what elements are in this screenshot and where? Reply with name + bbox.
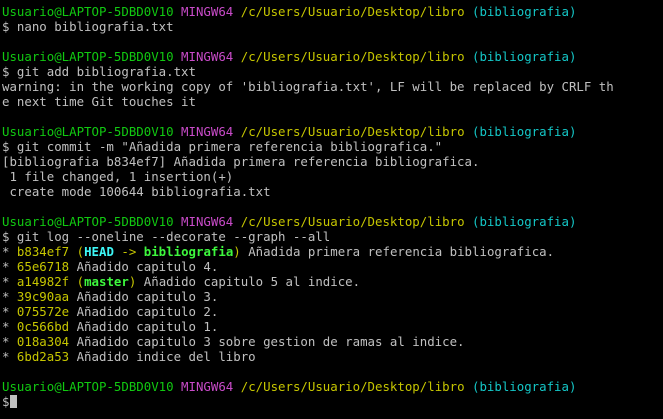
graph-marker: * [2, 259, 17, 274]
head-ref: HEAD [84, 244, 114, 259]
output-line: [bibliografia b834ef7] Añadida primera r… [2, 154, 480, 169]
commit-message: Añadido capitulo 4. [69, 259, 219, 274]
prompt-user-host: Usuario@LAPTOP-5DBD0V10 [2, 4, 174, 19]
prompt-line: Usuario@LAPTOP-5DBD0V10 MINGW64 /c/Users… [2, 124, 663, 139]
prompt-user-host: Usuario@LAPTOP-5DBD0V10 [2, 379, 174, 394]
prompt-system: MINGW64 [181, 379, 234, 394]
commit-message: Añadido capitulo 2. [69, 304, 219, 319]
ref-paren: ) [233, 244, 241, 259]
log-entry: * 39c90aa Añadido capitulo 3. [2, 289, 663, 304]
graph-marker: * [2, 289, 17, 304]
prompt-path: /c/Users/Usuario/Desktop/libro [240, 124, 465, 139]
commit-message: Añadido capitulo 3. [69, 289, 219, 304]
commit-hash: 6bd2a53 [16, 349, 70, 364]
command-line: $ git commit -m "Añadida primera referen… [2, 139, 443, 154]
commit-hash: 65e6718 [16, 259, 70, 274]
prompt-user-host: Usuario@LAPTOP-5DBD0V10 [2, 49, 174, 64]
command-line: $ git add bibliografia.txt [2, 64, 196, 79]
commit-hash: 075572e [16, 304, 70, 319]
prompt-branch: (bibliografia) [472, 379, 577, 394]
output-line: warning: in the working copy of 'bibliog… [2, 79, 614, 94]
commit-message: Añadido indice del libro [69, 349, 256, 364]
prompt-path: /c/Users/Usuario/Desktop/libro [240, 379, 465, 394]
commit-hash: a14982f [16, 274, 70, 289]
commit-message: Añadida primera referencia bibliografica… [240, 244, 555, 259]
output-line: 1 file changed, 1 insertion(+) [2, 169, 234, 184]
commit-message: Añadido capitulo 3 sobre gestion de rama… [69, 334, 465, 349]
prompt-system: MINGW64 [181, 124, 234, 139]
terminal-window[interactable]: Usuario@LAPTOP-5DBD0V10 MINGW64 /c/Users… [0, 0, 663, 419]
graph-marker: * [2, 319, 17, 334]
output-line: create mode 100644 bibliografia.txt [2, 184, 271, 199]
ref-paren: ( [76, 274, 85, 289]
prompt-system: MINGW64 [181, 49, 234, 64]
commit-hash: 0c566bd [16, 319, 70, 334]
commit-hash: 39c90aa [16, 289, 70, 304]
prompt-line: Usuario@LAPTOP-5DBD0V10 MINGW64 /c/Users… [2, 4, 663, 19]
input-line[interactable]: $ [2, 394, 663, 409]
log-entry: * 075572e Añadido capitulo 2. [2, 304, 663, 319]
prompt-branch: (bibliografia) [472, 4, 577, 19]
command-line: $ git log --oneline --decorate --graph -… [2, 229, 331, 244]
log-entry: * 65e6718 Añadido capitulo 4. [2, 259, 663, 274]
branch-ref: bibliografia [143, 244, 234, 259]
log-entry: * b834ef7 (HEAD -> bibliografia) Añadida… [2, 244, 663, 259]
prompt-branch: (bibliografia) [472, 124, 577, 139]
commit-message: Añadido capitulo 5 al indice. [136, 274, 361, 289]
log-entry: * a14982f (master) Añadido capitulo 5 al… [2, 274, 663, 289]
prompt-system: MINGW64 [181, 214, 234, 229]
text-cursor [10, 395, 18, 408]
prompt-line: Usuario@LAPTOP-5DBD0V10 MINGW64 /c/Users… [2, 379, 663, 394]
graph-marker: * [2, 274, 17, 289]
ref-arrow: -> [113, 244, 144, 259]
prompt-user-host: Usuario@LAPTOP-5DBD0V10 [2, 214, 174, 229]
commit-hash: 018a304 [16, 334, 70, 349]
graph-marker: * [2, 349, 17, 364]
graph-marker: * [2, 334, 17, 349]
prompt-line: Usuario@LAPTOP-5DBD0V10 MINGW64 /c/Users… [2, 214, 663, 229]
log-entry: * 018a304 Añadido capitulo 3 sobre gesti… [2, 334, 663, 349]
prompt-system: MINGW64 [181, 4, 234, 19]
graph-marker: * [2, 244, 17, 259]
prompt-line: Usuario@LAPTOP-5DBD0V10 MINGW64 /c/Users… [2, 49, 663, 64]
output-line: e next time Git touches it [2, 94, 196, 109]
graph-marker: * [2, 304, 17, 319]
prompt-path: /c/Users/Usuario/Desktop/libro [240, 49, 465, 64]
prompt-branch: (bibliografia) [472, 49, 577, 64]
prompt-branch: (bibliografia) [472, 214, 577, 229]
commit-message: Añadido capitulo 1. [69, 319, 219, 334]
log-entry: * 0c566bd Añadido capitulo 1. [2, 319, 663, 334]
prompt-user-host: Usuario@LAPTOP-5DBD0V10 [2, 124, 174, 139]
commit-hash: b834ef7 [16, 244, 70, 259]
branch-ref: master [84, 274, 129, 289]
ref-paren: ( [76, 244, 85, 259]
prompt-path: /c/Users/Usuario/Desktop/libro [240, 214, 465, 229]
prompt-symbol: $ [2, 394, 10, 409]
command-line: $ nano bibliografia.txt [2, 19, 174, 34]
prompt-path: /c/Users/Usuario/Desktop/libro [240, 4, 465, 19]
log-entry: * 6bd2a53 Añadido indice del libro [2, 349, 663, 364]
